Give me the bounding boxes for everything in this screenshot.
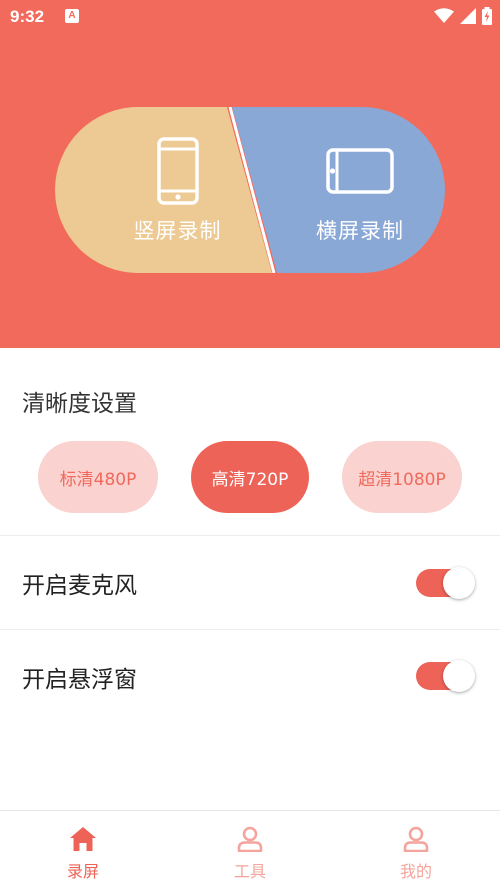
nav-item-tools[interactable]: 工具 [167, 811, 333, 888]
divider [0, 535, 500, 536]
bottom-nav: 录屏 工具 我的 [0, 810, 500, 888]
clarity-option-1080p[interactable]: 超清1080P [342, 441, 462, 513]
portrait-record-label: 竖屏录制 [133, 219, 222, 243]
person-icon [237, 826, 263, 852]
floating-window-label: 开启悬浮窗 [22, 667, 137, 693]
tablet-landscape-icon [326, 148, 394, 194]
home-icon [70, 827, 96, 851]
notification-icon: A [65, 9, 79, 23]
nav-label-record: 录屏 [66, 862, 99, 881]
signal-icon [460, 8, 476, 24]
header-banner: 9:32 A 竖屏录制 横屏录制 [0, 0, 500, 348]
clarity-section-title: 清晰度设置 [22, 391, 137, 417]
nav-item-mine[interactable]: 我的 [333, 811, 499, 888]
person-icon [403, 826, 429, 852]
floating-window-toggle-knob [443, 660, 475, 692]
landscape-record-label: 横屏录制 [316, 219, 404, 243]
status-bar: 9:32 A [0, 0, 500, 34]
divider [0, 629, 500, 630]
nav-item-record[interactable]: 录屏 [0, 811, 166, 888]
status-time: 9:32 [10, 7, 45, 26]
clarity-option-720p[interactable]: 高清720P [191, 441, 309, 513]
clarity-options: 标清480P 高清720P 超清1080P [38, 441, 462, 513]
record-mode-selector: 竖屏录制 横屏录制 [55, 107, 445, 273]
microphone-toggle[interactable] [416, 567, 475, 599]
wifi-icon [434, 8, 454, 23]
nav-label-mine: 我的 [399, 862, 432, 881]
microphone-toggle-knob [443, 567, 475, 599]
floating-window-toggle[interactable] [416, 660, 475, 692]
landscape-record-button[interactable]: 横屏录制 [270, 107, 445, 273]
portrait-record-button[interactable]: 竖屏录制 [85, 107, 270, 273]
battery-icon [482, 7, 492, 25]
phone-portrait-icon [156, 137, 199, 205]
clarity-option-480p[interactable]: 标清480P [38, 441, 158, 513]
nav-label-tools: 工具 [233, 862, 266, 881]
microphone-label: 开启麦克风 [22, 573, 137, 599]
status-icons [434, 6, 492, 26]
